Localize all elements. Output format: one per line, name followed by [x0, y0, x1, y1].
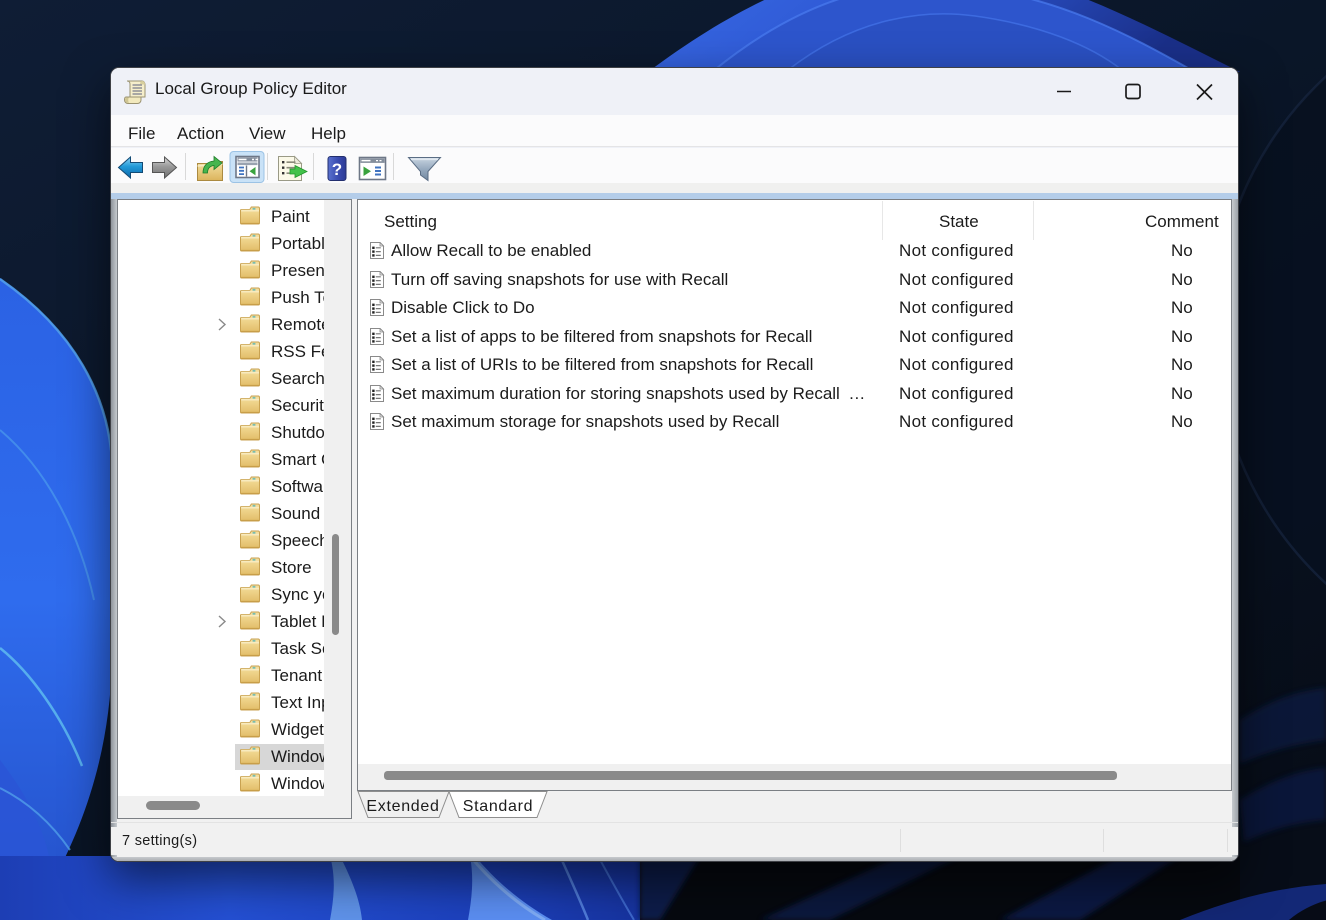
svg-text:?: ?	[332, 160, 342, 179]
svg-text:Standard: Standard	[463, 798, 534, 815]
svg-text:Extended: Extended	[366, 798, 439, 815]
